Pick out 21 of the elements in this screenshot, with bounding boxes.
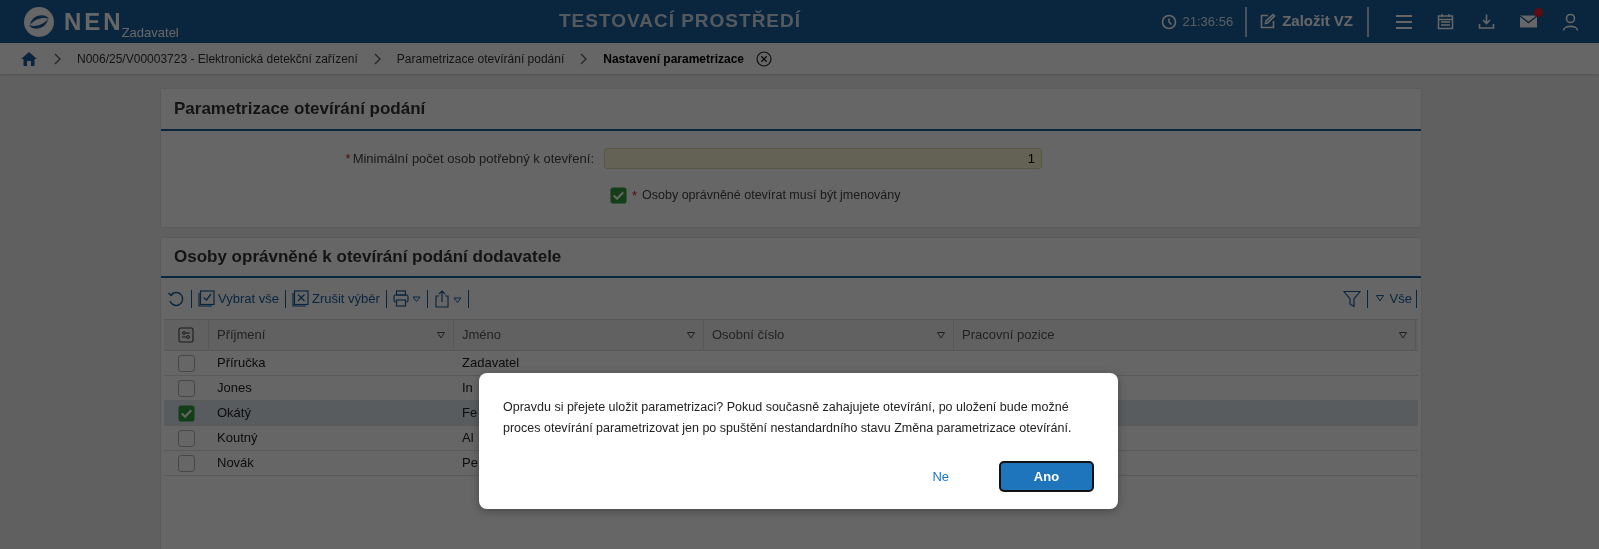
panel-title: Osoby oprávněné k otevírání podání dodavatele xyxy=(174,245,562,268)
table-cell-text: Novák xyxy=(217,454,254,473)
environment-title: TESTOVACÍ PROSTŘEDÍ xyxy=(557,9,803,34)
table-cell-text: Okátý xyxy=(217,404,251,423)
table-cell-text: Koutný xyxy=(217,429,258,448)
table-cell-text: Fe xyxy=(462,404,478,423)
clock-time: 21:36:56 xyxy=(1182,12,1234,31)
checkbox-label: Osoby oprávněné otevírat musí být jmenovány xyxy=(642,187,901,205)
panel-title: Parametrizace otevírání podání xyxy=(174,97,426,120)
table-cell-text: Al xyxy=(462,429,474,448)
table-cell-text: Zadavatel xyxy=(462,354,520,373)
logo-text: NEN xyxy=(64,9,124,34)
table-cell-text: In xyxy=(462,379,473,398)
table-cell-text: Pe xyxy=(462,454,478,473)
required-mark: * xyxy=(345,149,351,168)
table-cell-text: Příručka xyxy=(217,354,266,373)
required-mark: * xyxy=(632,187,638,205)
logo-subtitle: Zadavatel xyxy=(121,23,179,42)
field-label: Minimální počet osob potřebný k otevření: xyxy=(352,149,594,168)
dialog-message: Opravdu si přejete uložit parametrizaci? Pokud současně zahajujete otevírání, po uložení bude možné proces otevírání parametrizovat jen po spuštění nestandardního stavu Změna parametrizace otevírání. xyxy=(503,399,1073,437)
table-cell-text: Jones xyxy=(217,379,252,398)
